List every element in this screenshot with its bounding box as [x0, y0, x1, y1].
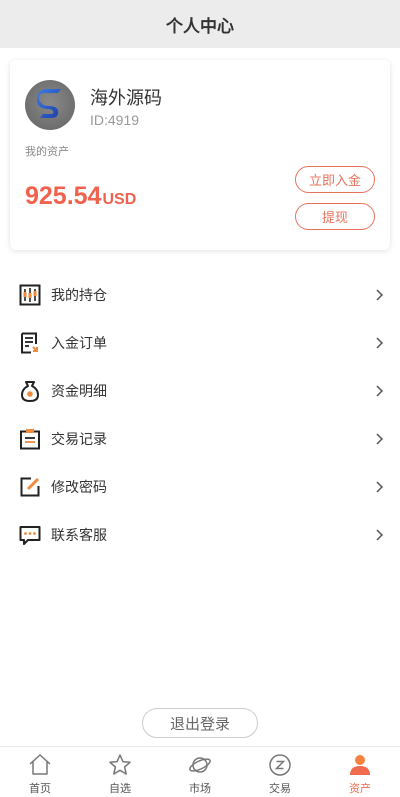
balance-amount: 925.54	[25, 182, 102, 210]
menu-item-fund-details[interactable]: 资金明细	[0, 367, 400, 415]
bottom-tab-bar: 首页 自选 市场 交易 资产	[0, 746, 400, 797]
chevron-right-icon	[376, 385, 384, 397]
tab-label: 市场	[189, 783, 211, 795]
tab-trade[interactable]: 交易	[240, 747, 320, 797]
edit-icon	[20, 477, 40, 497]
deposit-order-icon	[21, 332, 38, 354]
balance-currency: USD	[102, 191, 137, 208]
tab-market[interactable]: 市场	[160, 747, 240, 797]
asset-label: 我的资产	[25, 146, 69, 158]
menu-list: 我的持仓 入金订单 资金明细 交易记录 修改密码 联系客服	[0, 271, 400, 559]
menu-item-deposit-orders[interactable]: 入金订单	[0, 319, 400, 367]
menu-item-label: 修改密码	[51, 479, 107, 495]
chevron-right-icon	[376, 289, 384, 301]
tab-label: 首页	[29, 783, 51, 795]
holdings-icon	[19, 284, 41, 306]
deposit-button[interactable]: 立即入金	[295, 166, 375, 193]
money-bag-icon	[21, 381, 39, 402]
menu-item-label: 资金明细	[51, 383, 107, 399]
home-icon	[29, 754, 51, 775]
tab-label: 资产	[349, 783, 371, 795]
logout-button[interactable]: 退出登录	[142, 708, 258, 738]
avatar[interactable]	[25, 80, 75, 130]
chevron-right-icon	[376, 529, 384, 541]
menu-item-label: 联系客服	[51, 527, 107, 543]
menu-item-label: 入金订单	[51, 335, 107, 351]
user-id: ID:4919	[90, 112, 140, 128]
menu-item-holdings[interactable]: 我的持仓	[0, 271, 400, 319]
menu-item-change-password[interactable]: 修改密码	[0, 463, 400, 511]
menu-item-customer-service[interactable]: 联系客服	[0, 511, 400, 559]
page-title: 个人中心	[166, 16, 234, 36]
top-bar: 个人中心	[0, 0, 400, 48]
chat-icon	[19, 526, 41, 545]
tab-assets[interactable]: 资产	[320, 747, 400, 797]
logo-s-icon	[37, 89, 61, 118]
planet-icon	[189, 757, 211, 773]
chevron-right-icon	[376, 337, 384, 349]
star-icon	[109, 754, 131, 775]
tab-label: 交易	[269, 783, 291, 795]
trade-icon	[269, 754, 291, 776]
balance: 925.54 USD	[25, 182, 136, 211]
tab-home[interactable]: 首页	[0, 747, 80, 797]
chevron-right-icon	[376, 481, 384, 493]
clipboard-icon	[20, 429, 40, 450]
tab-label: 自选	[109, 783, 131, 795]
tab-watchlist[interactable]: 自选	[80, 747, 160, 797]
menu-item-trade-records[interactable]: 交易记录	[0, 415, 400, 463]
menu-item-label: 交易记录	[51, 431, 107, 447]
user-icon	[350, 755, 370, 775]
username: 海外源码	[90, 88, 162, 108]
chevron-right-icon	[376, 433, 384, 445]
withdraw-button[interactable]: 提现	[295, 203, 375, 230]
profile-card: 海外源码 ID:4919 我的资产 925.54 USD 立即入金 提现	[10, 60, 390, 250]
menu-item-label: 我的持仓	[51, 287, 107, 303]
